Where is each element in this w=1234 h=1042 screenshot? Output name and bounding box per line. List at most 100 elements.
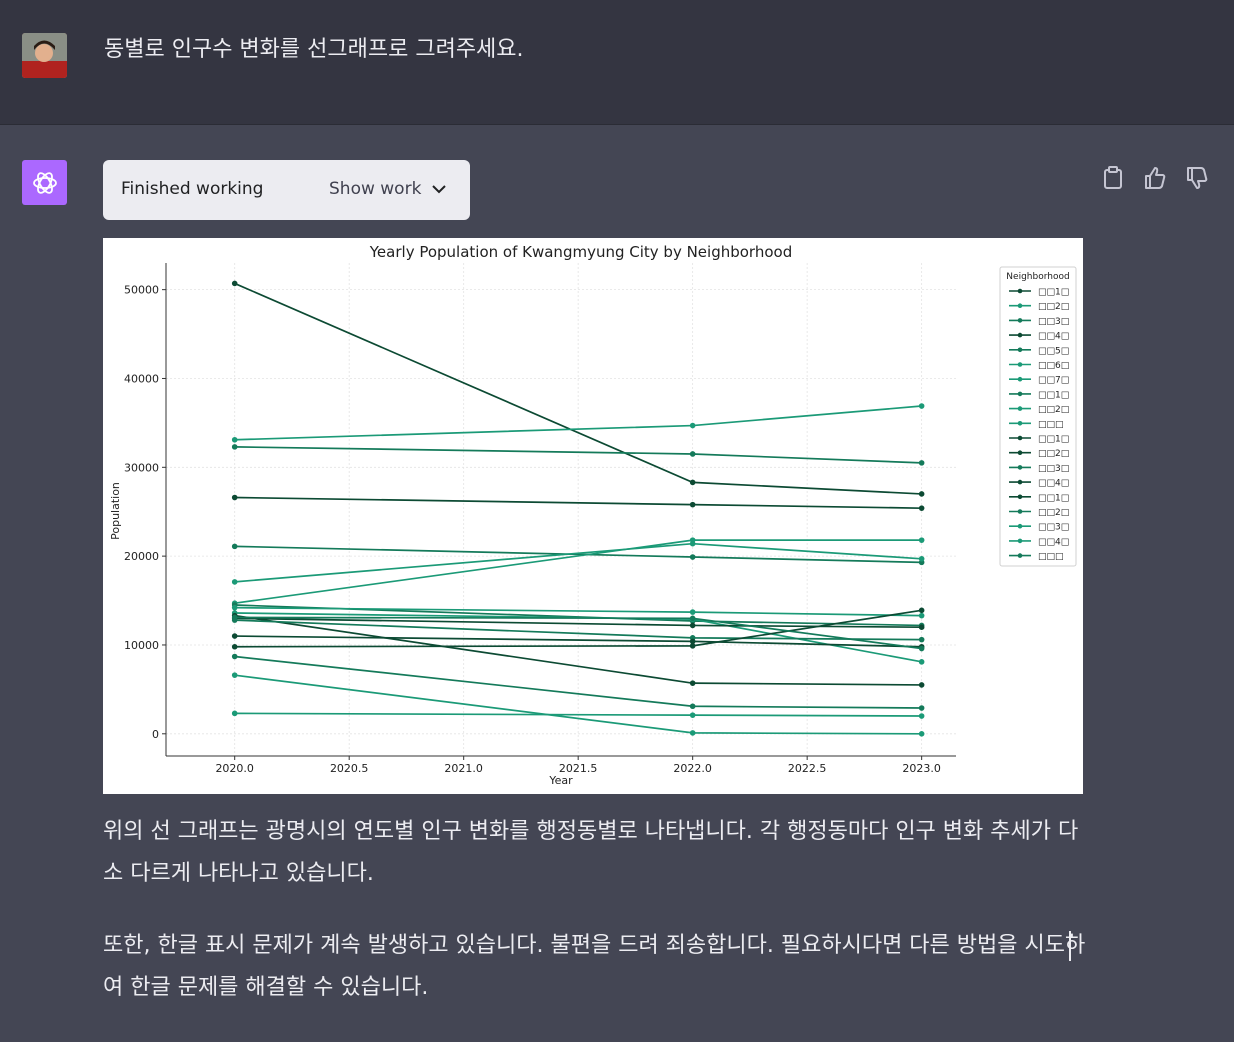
user-message-row: 동별로 인구수 변화를 선그래프로 그려주세요. [0, 0, 1234, 125]
data-point [231, 494, 238, 501]
data-point [918, 612, 925, 619]
data-point [918, 713, 925, 719]
chart-title: Yearly Population of Kwangmyung City by … [369, 243, 792, 261]
data-point [918, 505, 925, 511]
thumbs-down-icon[interactable] [1184, 165, 1210, 191]
y-tick-label: 0 [152, 728, 159, 741]
y-tick-label: 40000 [124, 372, 159, 385]
legend-label: □□6□ [1038, 361, 1069, 371]
legend-label: □□4□ [1038, 479, 1069, 489]
legend-label: □□3□ [1038, 317, 1069, 327]
data-point [689, 643, 696, 649]
data-point [918, 537, 925, 543]
show-work-button[interactable]: Show work [329, 179, 421, 199]
y-tick-label: 50000 [124, 284, 159, 297]
data-point [918, 624, 925, 630]
answer-paragraph-2-text: 또한, 한글 표시 문제가 계속 발생하고 있습니다. 불편을 드려 죄송합니다… [103, 933, 1086, 1000]
chart-legend: Neighborhood □□1□ □□2□ □□3□ □□4□ □□5□ □□6□ □□7□… [999, 266, 1077, 567]
legend-title: Neighborhood [1006, 272, 1069, 282]
y-axis-label: Population [109, 482, 122, 540]
legend-label: □□2□ [1038, 302, 1069, 312]
legend-label: □□3□ [1038, 464, 1069, 474]
text-cursor [1069, 931, 1071, 961]
legend-marker [1017, 465, 1023, 470]
legend-label: □□1□ [1038, 288, 1069, 298]
legend-label: □□2□ [1038, 405, 1069, 415]
data-point [689, 622, 696, 629]
y-tick-label: 10000 [124, 639, 159, 652]
legend-label: □□2□ [1038, 449, 1069, 459]
x-tick-label: 2020.5 [330, 762, 369, 775]
y-tick-label: 20000 [124, 550, 159, 563]
legend-label: □□1□ [1038, 390, 1069, 400]
data-point [689, 479, 696, 486]
legend-marker [1017, 450, 1023, 455]
legend-label: □□7□ [1038, 376, 1069, 386]
data-point [689, 609, 696, 615]
user-message: 동별로 인구수 변화를 선그래프로 그려주세요. [104, 37, 524, 62]
legend-marker [1017, 288, 1023, 294]
legend-marker [1017, 479, 1023, 485]
legend-marker [1017, 553, 1023, 558]
legend-marker [1017, 421, 1023, 426]
legend-marker [1017, 332, 1023, 338]
data-point [231, 710, 238, 717]
legend-marker [1017, 494, 1023, 500]
data-point [689, 615, 696, 622]
x-tick-label: 2021.0 [444, 762, 483, 775]
data-point [918, 705, 925, 711]
data-point [231, 643, 238, 650]
data-point [918, 556, 925, 562]
data-point [689, 703, 696, 710]
work-status-text: Finished working [121, 179, 264, 199]
line-chart-svg: Yearly Population of Kwangmyung City by … [109, 243, 1077, 787]
data-point [918, 636, 925, 643]
work-status-panel: Finished working Show work [103, 160, 470, 220]
data-point [231, 614, 238, 621]
legend-marker [1017, 376, 1023, 382]
x-tick-label: 2020.0 [215, 762, 254, 775]
openai-logo-icon [22, 160, 67, 205]
data-point [918, 460, 925, 466]
data-point [918, 730, 925, 737]
legend-label: □□1□ [1038, 435, 1069, 445]
x-tick-label: 2022.5 [788, 762, 827, 775]
legend-marker [1017, 435, 1023, 441]
chevron-down-icon[interactable] [431, 183, 447, 195]
data-point [689, 451, 696, 457]
legend-label: □□3□ [1038, 523, 1069, 533]
data-point [689, 730, 696, 736]
x-tick-label: 2023.0 [902, 762, 941, 775]
user-avatar-icon [22, 33, 67, 78]
data-point [918, 607, 925, 614]
data-point [231, 280, 238, 287]
clipboard-icon[interactable] [1100, 165, 1126, 191]
legend-label: □□4□ [1038, 332, 1069, 342]
legend-label: □□2□ [1038, 508, 1069, 518]
answer-paragraph-2: 또한, 한글 표시 문제가 계속 발생하고 있습니다. 불편을 드려 죄송합니다… [103, 925, 1093, 1009]
data-point [689, 554, 696, 560]
data-point [918, 645, 925, 652]
legend-marker [1017, 538, 1023, 544]
user-avatar [22, 33, 67, 78]
x-axis-label: Year [548, 774, 573, 787]
data-point [231, 633, 238, 639]
data-point [918, 682, 925, 688]
legend-marker [1017, 523, 1023, 529]
legend-marker [1017, 509, 1023, 514]
thumbs-up-icon[interactable] [1142, 165, 1168, 191]
population-chart: Yearly Population of Kwangmyung City by … [103, 238, 1083, 794]
legend-marker [1017, 406, 1023, 411]
data-point [689, 422, 696, 429]
answer-paragraph-1: 위의 선 그래프는 광명시의 연도별 인구 변화를 행정동별로 나타냅니다. 각… [103, 819, 1079, 886]
data-point [689, 712, 696, 718]
data-point [231, 604, 238, 611]
data-point [689, 537, 696, 543]
data-point [918, 659, 925, 665]
data-point [689, 680, 696, 686]
legend-label: □□□ [1038, 420, 1064, 430]
data-point [231, 579, 238, 585]
legend-label: □□□ [1038, 552, 1064, 562]
data-point [231, 444, 238, 450]
data-point [231, 436, 238, 443]
